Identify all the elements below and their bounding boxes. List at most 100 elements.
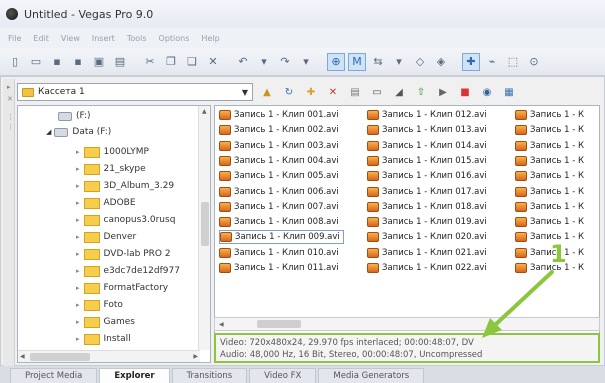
panel-gripper[interactable]: ▸ ✕ ⋮ ⋮ <box>3 79 15 366</box>
views-icon[interactable]: ▦ <box>501 84 517 100</box>
file-item[interactable]: Запись 1 - Клип 022.avi <box>367 261 487 275</box>
file-item[interactable]: Запись 1 - Клип 009.avi <box>219 230 344 245</box>
enable-snapping-icon[interactable]: ⊕ <box>327 52 345 71</box>
tab-project-media[interactable]: Project Media <box>10 368 98 383</box>
file-item[interactable]: Запись 1 - Клип 020.avi <box>367 230 487 244</box>
save-icon[interactable]: ▪ <box>48 53 66 71</box>
file-item[interactable]: Запись 1 - Клип 011.avi <box>219 261 339 275</box>
start-preview-icon[interactable]: ▭ <box>369 84 385 100</box>
file-item[interactable]: Запись 1 - Клип 019.avi <box>367 215 487 229</box>
file-item[interactable]: Запись 1 - Клип 013.avi <box>367 123 487 137</box>
file-item[interactable]: Запись 1 - Клип 014.avi <box>367 139 487 153</box>
undo-dropdown-icon[interactable]: ▾ <box>255 53 273 71</box>
tree-item-folder[interactable]: ▸ canopus3.0rusq <box>76 212 175 228</box>
zoom-tool-icon[interactable]: ⊙ <box>525 53 543 71</box>
ignore-grouping-icon[interactable]: ◈ <box>432 53 450 71</box>
expand-icon[interactable]: ▸ <box>76 165 80 173</box>
open-icon[interactable]: ▭ <box>27 53 45 71</box>
expand-icon[interactable]: ▸ <box>76 250 80 258</box>
copy-icon[interactable]: ❐ <box>162 53 180 71</box>
tree-item-folder[interactable]: ▸ 1000LYMP <box>76 144 149 160</box>
tree-item-folder[interactable]: ▸ Games <box>76 314 135 330</box>
expand-icon[interactable]: ▸ <box>76 335 80 343</box>
delete-icon[interactable]: ✕ <box>204 53 222 71</box>
expand-icon[interactable]: ▸ <box>76 216 80 224</box>
file-item[interactable]: Запись 1 - Клип 001.avi <box>219 108 339 122</box>
tree-item-folder[interactable]: ▸ e3dc7de12df977 <box>76 263 180 279</box>
expand-icon[interactable]: ▸ <box>76 148 80 156</box>
save-as-icon[interactable]: ▪ <box>69 53 87 71</box>
tree-item-data-drive[interactable]: ◢ Data (F:) <box>46 124 111 140</box>
normal-edit-tool-icon[interactable]: ✚ <box>462 52 480 71</box>
expand-icon[interactable]: ▸ <box>76 284 80 292</box>
file-item[interactable]: Запись 1 - К <box>515 230 584 244</box>
ripple-mode-icon[interactable]: ⇆ <box>369 53 387 71</box>
tree-item-folder[interactable]: ▸ DVD-lab PRO 2 <box>76 246 171 262</box>
expand-icon[interactable]: ▸ <box>76 182 80 190</box>
undo-icon[interactable]: ↶ <box>234 53 252 71</box>
menu-help[interactable]: Help <box>201 34 219 43</box>
tree-item-folder[interactable]: ▸ 21_skype <box>76 161 146 177</box>
menu-insert[interactable]: Insert <box>92 34 115 43</box>
tree-item-folder[interactable]: ▸ FormatFactory <box>76 280 168 296</box>
file-item[interactable]: Запись 1 - Клип 010.avi <box>219 246 339 260</box>
file-item[interactable]: Запись 1 - Клип 021.avi <box>367 246 487 260</box>
selection-tool-icon[interactable]: ⬚ <box>504 53 522 71</box>
new-project-icon[interactable]: ▯ <box>6 53 24 71</box>
menu-edit[interactable]: Edit <box>33 34 49 43</box>
stop-icon[interactable]: ■ <box>457 84 473 100</box>
paste-icon[interactable]: ❏ <box>183 53 201 71</box>
refresh-icon[interactable]: ↻ <box>281 84 297 100</box>
expand-icon[interactable]: ▸ <box>76 199 80 207</box>
file-item[interactable]: Запись 1 - К <box>515 139 584 153</box>
stop-preview-icon[interactable]: ◢ <box>391 84 407 100</box>
file-item[interactable]: Запись 1 - К <box>515 215 584 229</box>
redo-icon[interactable]: ↷ <box>276 53 294 71</box>
file-item[interactable]: Запись 1 - К <box>515 123 584 137</box>
expand-icon[interactable]: ▸ <box>76 267 80 275</box>
tree-item-folder[interactable]: ▸ ADOBE <box>76 195 136 211</box>
tab-video-fx[interactable]: Video FX <box>249 368 317 383</box>
tab-transitions[interactable]: Transitions <box>171 368 248 383</box>
up-folder-icon[interactable]: ▲ <box>259 84 275 100</box>
file-item[interactable]: Запись 1 - К <box>515 108 584 122</box>
file-item[interactable]: Запись 1 - К <box>515 169 584 183</box>
chevron-down-icon[interactable]: ▼ <box>238 88 252 97</box>
file-item[interactable]: Запись 1 - К <box>515 261 584 275</box>
file-item[interactable]: Запись 1 - Клип 005.avi <box>219 169 339 183</box>
lock-envelopes-icon[interactable]: ◇ <box>411 53 429 71</box>
play-icon[interactable]: ▶ <box>435 84 451 100</box>
add-favorite-icon[interactable]: ▤ <box>347 84 363 100</box>
file-item[interactable]: Запись 1 - Клип 017.avi <box>367 185 487 199</box>
file-item[interactable]: Запись 1 - Клип 004.avi <box>219 154 339 168</box>
menu-tools[interactable]: Tools <box>127 34 147 43</box>
menu-view[interactable]: View <box>61 34 80 43</box>
tree-vertical-scrollbar[interactable]: ▲ <box>198 106 210 350</box>
new-folder-icon[interactable]: ✚ <box>303 84 319 100</box>
ripple-dropdown-icon[interactable]: ▾ <box>390 53 408 71</box>
cut-icon[interactable]: ✂ <box>141 53 159 71</box>
delete-icon[interactable]: ✕ <box>325 84 341 100</box>
tree-item-folder[interactable]: ▸ 3D_Album_3.29 <box>76 178 174 194</box>
expand-icon[interactable]: ▸ <box>76 301 80 309</box>
file-item[interactable]: Запись 1 - Клип 008.avi <box>219 215 339 229</box>
expand-icon[interactable]: ▸ <box>76 233 80 241</box>
tree-item-folder[interactable]: ▸ Denver <box>76 229 136 245</box>
file-item[interactable]: Запись 1 - К <box>515 154 584 168</box>
file-item[interactable]: Запись 1 - Клип 016.avi <box>367 169 487 183</box>
render-icon[interactable]: ▣ <box>90 53 108 71</box>
file-item[interactable]: Запись 1 - К <box>515 246 584 260</box>
file-item[interactable]: Запись 1 - К <box>515 185 584 199</box>
file-item[interactable]: Запись 1 - Клип 012.avi <box>367 108 487 122</box>
search-icon[interactable]: ◉ <box>479 84 495 100</box>
collapse-icon[interactable]: ◢ <box>46 128 51 136</box>
path-dropdown[interactable]: Кассета 1 ▼ <box>17 83 253 101</box>
file-item[interactable]: Запись 1 - Клип 006.avi <box>219 185 339 199</box>
expand-icon[interactable]: ▸ <box>76 318 80 326</box>
file-list-horizontal-scrollbar[interactable]: ◀ <box>214 317 600 331</box>
menu-file[interactable]: File <box>8 34 21 43</box>
auto-preview-icon[interactable]: ⇧ <box>413 84 429 100</box>
tab-media-generators[interactable]: Media Generators <box>318 368 425 383</box>
tree-item-folder[interactable]: ▸ Install <box>76 331 131 347</box>
envelope-tool-icon[interactable]: ⌁ <box>483 53 501 71</box>
